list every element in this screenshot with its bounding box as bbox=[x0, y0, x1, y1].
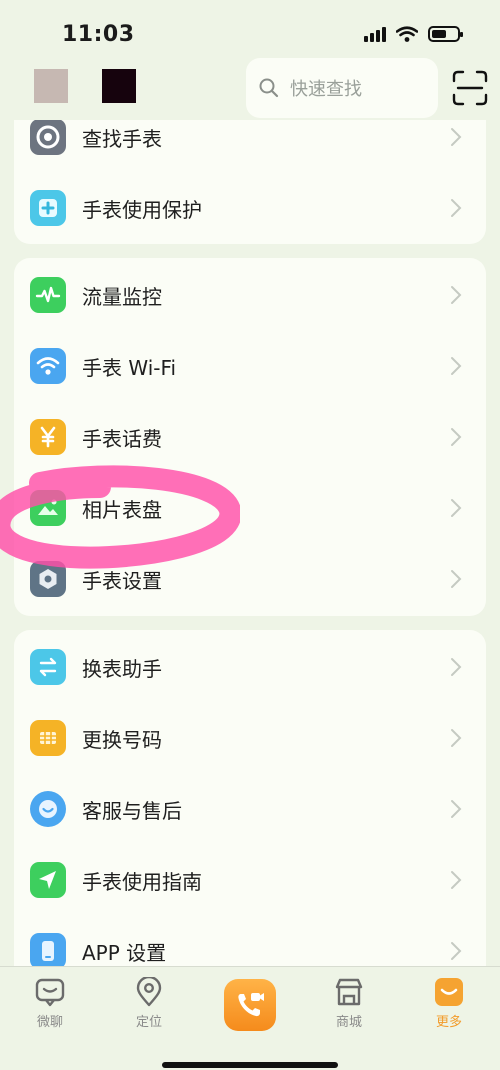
search-placeholder: 快速查找 bbox=[290, 79, 362, 100]
wifi-status-icon bbox=[396, 26, 418, 42]
chevron-right-icon bbox=[451, 942, 462, 960]
tab-more[interactable]: 更多 bbox=[409, 977, 489, 1030]
row-usage-guide[interactable]: 手表使用指南 bbox=[14, 850, 486, 910]
guide-icon bbox=[30, 862, 66, 898]
row-photo-dial[interactable]: 相片表盘 bbox=[14, 478, 486, 538]
row-label: APP 设置 bbox=[82, 940, 167, 965]
video-call-icon bbox=[238, 993, 264, 1017]
sim-card-icon bbox=[30, 720, 66, 756]
search-input[interactable]: 快速查找 bbox=[246, 58, 438, 118]
chevron-right-icon bbox=[451, 499, 462, 517]
chevron-right-icon bbox=[451, 729, 462, 747]
tab-label: 更多 bbox=[435, 1015, 462, 1030]
row-change-number[interactable]: 更换号码 bbox=[14, 708, 486, 768]
cellular-signal-icon bbox=[364, 26, 386, 42]
settings-group-2: 流量监控 手表 Wi-Fi 手表话费 相片表盘 手表设置 bbox=[14, 258, 486, 616]
status-icons bbox=[364, 26, 463, 42]
row-switch-watch[interactable]: 换表助手 bbox=[14, 637, 486, 697]
chevron-right-icon bbox=[451, 570, 462, 588]
row-find-watch[interactable]: 查找手表 bbox=[14, 120, 486, 167]
chevron-right-icon bbox=[451, 658, 462, 676]
row-customer-service[interactable]: 客服与售后 bbox=[14, 779, 486, 839]
home-indicator bbox=[162, 1062, 338, 1068]
store-icon bbox=[335, 978, 363, 1006]
video-call-button[interactable] bbox=[224, 979, 276, 1031]
tab-label: 微聊 bbox=[36, 1015, 63, 1030]
bottom-tab-bar: 微聊 定位 商城 更多 bbox=[0, 966, 500, 1070]
photo-dial-icon bbox=[30, 490, 66, 526]
header: 快速查找 bbox=[0, 56, 500, 120]
row-label: 更换号码 bbox=[82, 727, 162, 752]
tab-store[interactable]: 商城 bbox=[309, 977, 389, 1030]
search-icon bbox=[259, 78, 279, 98]
switch-watch-icon bbox=[30, 649, 66, 685]
row-label: 相片表盘 bbox=[82, 497, 162, 522]
chat-icon bbox=[35, 978, 65, 1007]
row-label: 手表话费 bbox=[82, 426, 162, 451]
find-watch-icon bbox=[30, 120, 66, 155]
row-watch-wifi[interactable]: 手表 Wi-Fi bbox=[14, 336, 486, 396]
row-label: 手表使用指南 bbox=[82, 869, 202, 894]
data-monitor-icon bbox=[30, 277, 66, 313]
chevron-right-icon bbox=[451, 357, 462, 375]
yuan-icon bbox=[30, 419, 66, 455]
chevron-right-icon bbox=[451, 871, 462, 889]
row-data-monitor[interactable]: 流量监控 bbox=[14, 265, 486, 325]
app-settings-icon bbox=[30, 933, 66, 966]
location-icon bbox=[136, 977, 162, 1007]
settings-group-3: 换表助手 更换号码 客服与售后 手表使用指南 APP 设置 bbox=[14, 630, 486, 966]
avatar-watch-2[interactable] bbox=[102, 69, 136, 103]
battery-icon bbox=[428, 26, 463, 42]
chevron-right-icon bbox=[451, 800, 462, 818]
more-icon bbox=[435, 978, 463, 1006]
tab-label: 商城 bbox=[335, 1015, 362, 1030]
row-label: 流量监控 bbox=[82, 284, 162, 309]
customer-service-icon bbox=[30, 791, 66, 827]
tab-location[interactable]: 定位 bbox=[109, 977, 189, 1030]
wifi-icon bbox=[30, 348, 66, 384]
row-label: 手表 Wi-Fi bbox=[82, 355, 177, 380]
status-bar: 11:03 bbox=[0, 0, 500, 56]
chevron-right-icon bbox=[451, 286, 462, 304]
settings-list[interactable]: 查找手表 手表使用保护 流量监控 手表 Wi-Fi 手表话费 相片表盘 手表设置… bbox=[0, 120, 500, 966]
row-label: 客服与售后 bbox=[82, 798, 182, 823]
chevron-right-icon bbox=[451, 199, 462, 217]
row-watch-settings[interactable]: 手表设置 bbox=[14, 549, 486, 609]
row-label: 手表设置 bbox=[82, 568, 162, 593]
tab-chat[interactable]: 微聊 bbox=[10, 977, 90, 1030]
settings-hex-icon bbox=[30, 561, 66, 597]
avatar-watch-1[interactable] bbox=[34, 69, 68, 103]
settings-group-1: 查找手表 手表使用保护 bbox=[14, 120, 486, 244]
scan-icon[interactable] bbox=[452, 70, 488, 106]
tab-label: 定位 bbox=[135, 1015, 162, 1030]
row-label: 查找手表 bbox=[82, 126, 162, 151]
row-app-settings[interactable]: APP 设置 bbox=[14, 921, 486, 966]
row-watch-fee[interactable]: 手表话费 bbox=[14, 407, 486, 467]
row-label: 换表助手 bbox=[82, 656, 162, 681]
status-time: 11:03 bbox=[62, 22, 135, 47]
chevron-right-icon bbox=[451, 128, 462, 146]
chevron-right-icon bbox=[451, 428, 462, 446]
row-label: 手表使用保护 bbox=[82, 197, 202, 222]
watch-protect-icon bbox=[30, 190, 66, 226]
row-watch-protect[interactable]: 手表使用保护 bbox=[14, 178, 486, 238]
